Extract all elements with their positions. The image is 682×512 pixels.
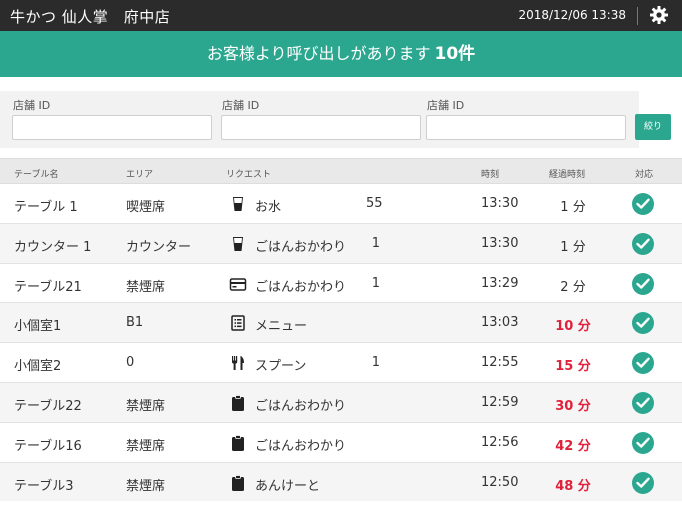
elapsed-time: 48 分 (555, 478, 591, 494)
table-row: テーブル3 禁煙席 あんけーと 12:50 48 分 (0, 462, 682, 503)
request-time: 13:03 (481, 315, 519, 331)
request-quantity: 1 (371, 275, 380, 291)
area-name: 禁煙席 (126, 279, 166, 295)
table-header: テーブル名 エリア リクエスト 時刻 経過時刻 対応 (0, 158, 682, 184)
table-row: テーブル16 禁煙席 ごはんおわかり 12:56 42 分 (0, 423, 682, 463)
area-name: 禁煙席 (126, 438, 166, 454)
check-circle-icon[interactable] (632, 352, 654, 375)
area-name: 禁煙席 (126, 398, 166, 414)
store-id-input[interactable] (12, 115, 212, 140)
request-quantity: 55 (366, 196, 383, 211)
table-row: 小個室1 B1 メニュー 13:03 10 分 (0, 303, 682, 344)
banner-message: お客様より呼び出しがあります (206, 44, 431, 63)
call-notification-banner: お客様より呼び出しがあります 10件 (0, 31, 682, 77)
column-header-request: リクエスト (226, 170, 272, 180)
request-time: 13:29 (481, 275, 519, 291)
column-header-name: テーブル名 (14, 170, 59, 180)
table-name: テーブル3 (14, 478, 74, 494)
filter-panel: 店舗 ID 店舗 ID 店舗 ID (0, 91, 639, 148)
elapsed-time: 15 分 (555, 359, 591, 375)
request-time: 12:50 (481, 474, 519, 490)
table-name: 小個室2 (14, 359, 62, 375)
request-time: 13:30 (481, 196, 519, 211)
filter-button[interactable]: 絞り (635, 114, 671, 140)
check-circle-icon[interactable] (632, 232, 654, 255)
elapsed-time: 10 分 (555, 319, 591, 335)
store-id-input[interactable] (221, 115, 421, 140)
request-label: スプーン (255, 359, 307, 375)
area-name: 禁煙席 (126, 478, 166, 494)
elapsed-time: 2 分 (560, 279, 586, 295)
gear-icon[interactable] (649, 5, 669, 25)
check-circle-icon[interactable] (632, 471, 654, 494)
area-name: B1 (126, 315, 144, 331)
area-name: 喫煙席 (126, 200, 166, 215)
check-circle-icon[interactable] (632, 193, 654, 215)
credit-card-icon (229, 275, 247, 293)
table-name: テーブル 1 (14, 200, 78, 215)
table-name: 小個室1 (14, 319, 62, 335)
column-header-action: 対応 (635, 170, 654, 180)
table-name: テーブル21 (14, 279, 82, 295)
clipboard-icon (229, 434, 247, 452)
water-glass-icon (229, 195, 247, 213)
request-label: ごはんおかわり (255, 279, 347, 295)
elapsed-time: 30 分 (555, 398, 591, 414)
elapsed-time: 42 分 (555, 438, 591, 454)
footer-strip (0, 501, 682, 512)
check-circle-icon[interactable] (632, 431, 654, 454)
check-circle-icon[interactable] (632, 272, 654, 295)
elapsed-time: 1 分 (560, 200, 586, 215)
table-row: テーブル22 禁煙席 ごはんおわかり 12:59 30 分 (0, 382, 682, 423)
table-name: カウンター 1 (14, 239, 92, 255)
store-id-input[interactable] (426, 115, 626, 140)
clipboard-icon (229, 394, 247, 412)
request-time: 12:59 (481, 394, 519, 410)
check-circle-icon[interactable] (632, 391, 654, 414)
request-label: ごはんおわかり (255, 398, 347, 414)
request-label: あんけーと (255, 478, 321, 494)
request-label: ごはんおわかり (255, 438, 347, 454)
column-header-area: エリア (126, 170, 154, 180)
header-divider (637, 7, 638, 25)
water-glass-icon (229, 235, 247, 253)
store-id-label: 店舗 ID (13, 99, 51, 112)
current-datetime: 2018/12/06 13:38 (518, 8, 626, 22)
request-quantity: 1 (371, 355, 380, 371)
table-row: テーブル21 禁煙席 ごはんおかわり 1 13:29 2 分 (0, 264, 682, 304)
area-name: 0 (126, 355, 135, 371)
elapsed-time: 1 分 (560, 239, 586, 255)
request-time: 12:56 (481, 434, 519, 450)
top-bar: 牛かつ 仙人掌 府中店 2018/12/06 13:38 (0, 0, 682, 31)
request-label: お水 (255, 200, 282, 215)
store-name: 牛かつ 仙人掌 府中店 (10, 8, 171, 26)
utensils-icon (229, 354, 247, 372)
request-time: 13:30 (481, 235, 519, 251)
table-row: カウンター 1 カウンター ごはんおかわり 1 13:30 1 分 (0, 223, 682, 264)
menu-list-icon (229, 314, 247, 332)
table-row: テーブル 1 喫煙席 お水 55 13:30 1 分 (0, 184, 682, 224)
request-list: テーブル 1 喫煙席 お水 55 13:30 1 分カウンター 1 カウンター ごはんおかわり… (0, 184, 682, 503)
store-id-label: 店舗 ID (222, 99, 260, 112)
request-time: 12:55 (481, 355, 519, 371)
clipboard-icon (229, 474, 247, 492)
table-name: テーブル22 (14, 398, 82, 414)
column-header-elapsed: 経過時刻 (549, 170, 586, 180)
column-header-time: 時刻 (481, 170, 500, 180)
area-name: カウンター (126, 239, 192, 255)
request-label: メニュー (255, 319, 308, 335)
check-circle-icon[interactable] (632, 312, 654, 335)
table-row: 小個室2 0 スプーン 1 12:55 15 分 (0, 343, 682, 383)
store-id-label: 店舗 ID (427, 99, 465, 112)
banner-count: 10件 (434, 44, 476, 64)
table-name: テーブル16 (14, 438, 82, 454)
request-label: ごはんおかわり (255, 239, 347, 255)
request-quantity: 1 (371, 235, 380, 251)
